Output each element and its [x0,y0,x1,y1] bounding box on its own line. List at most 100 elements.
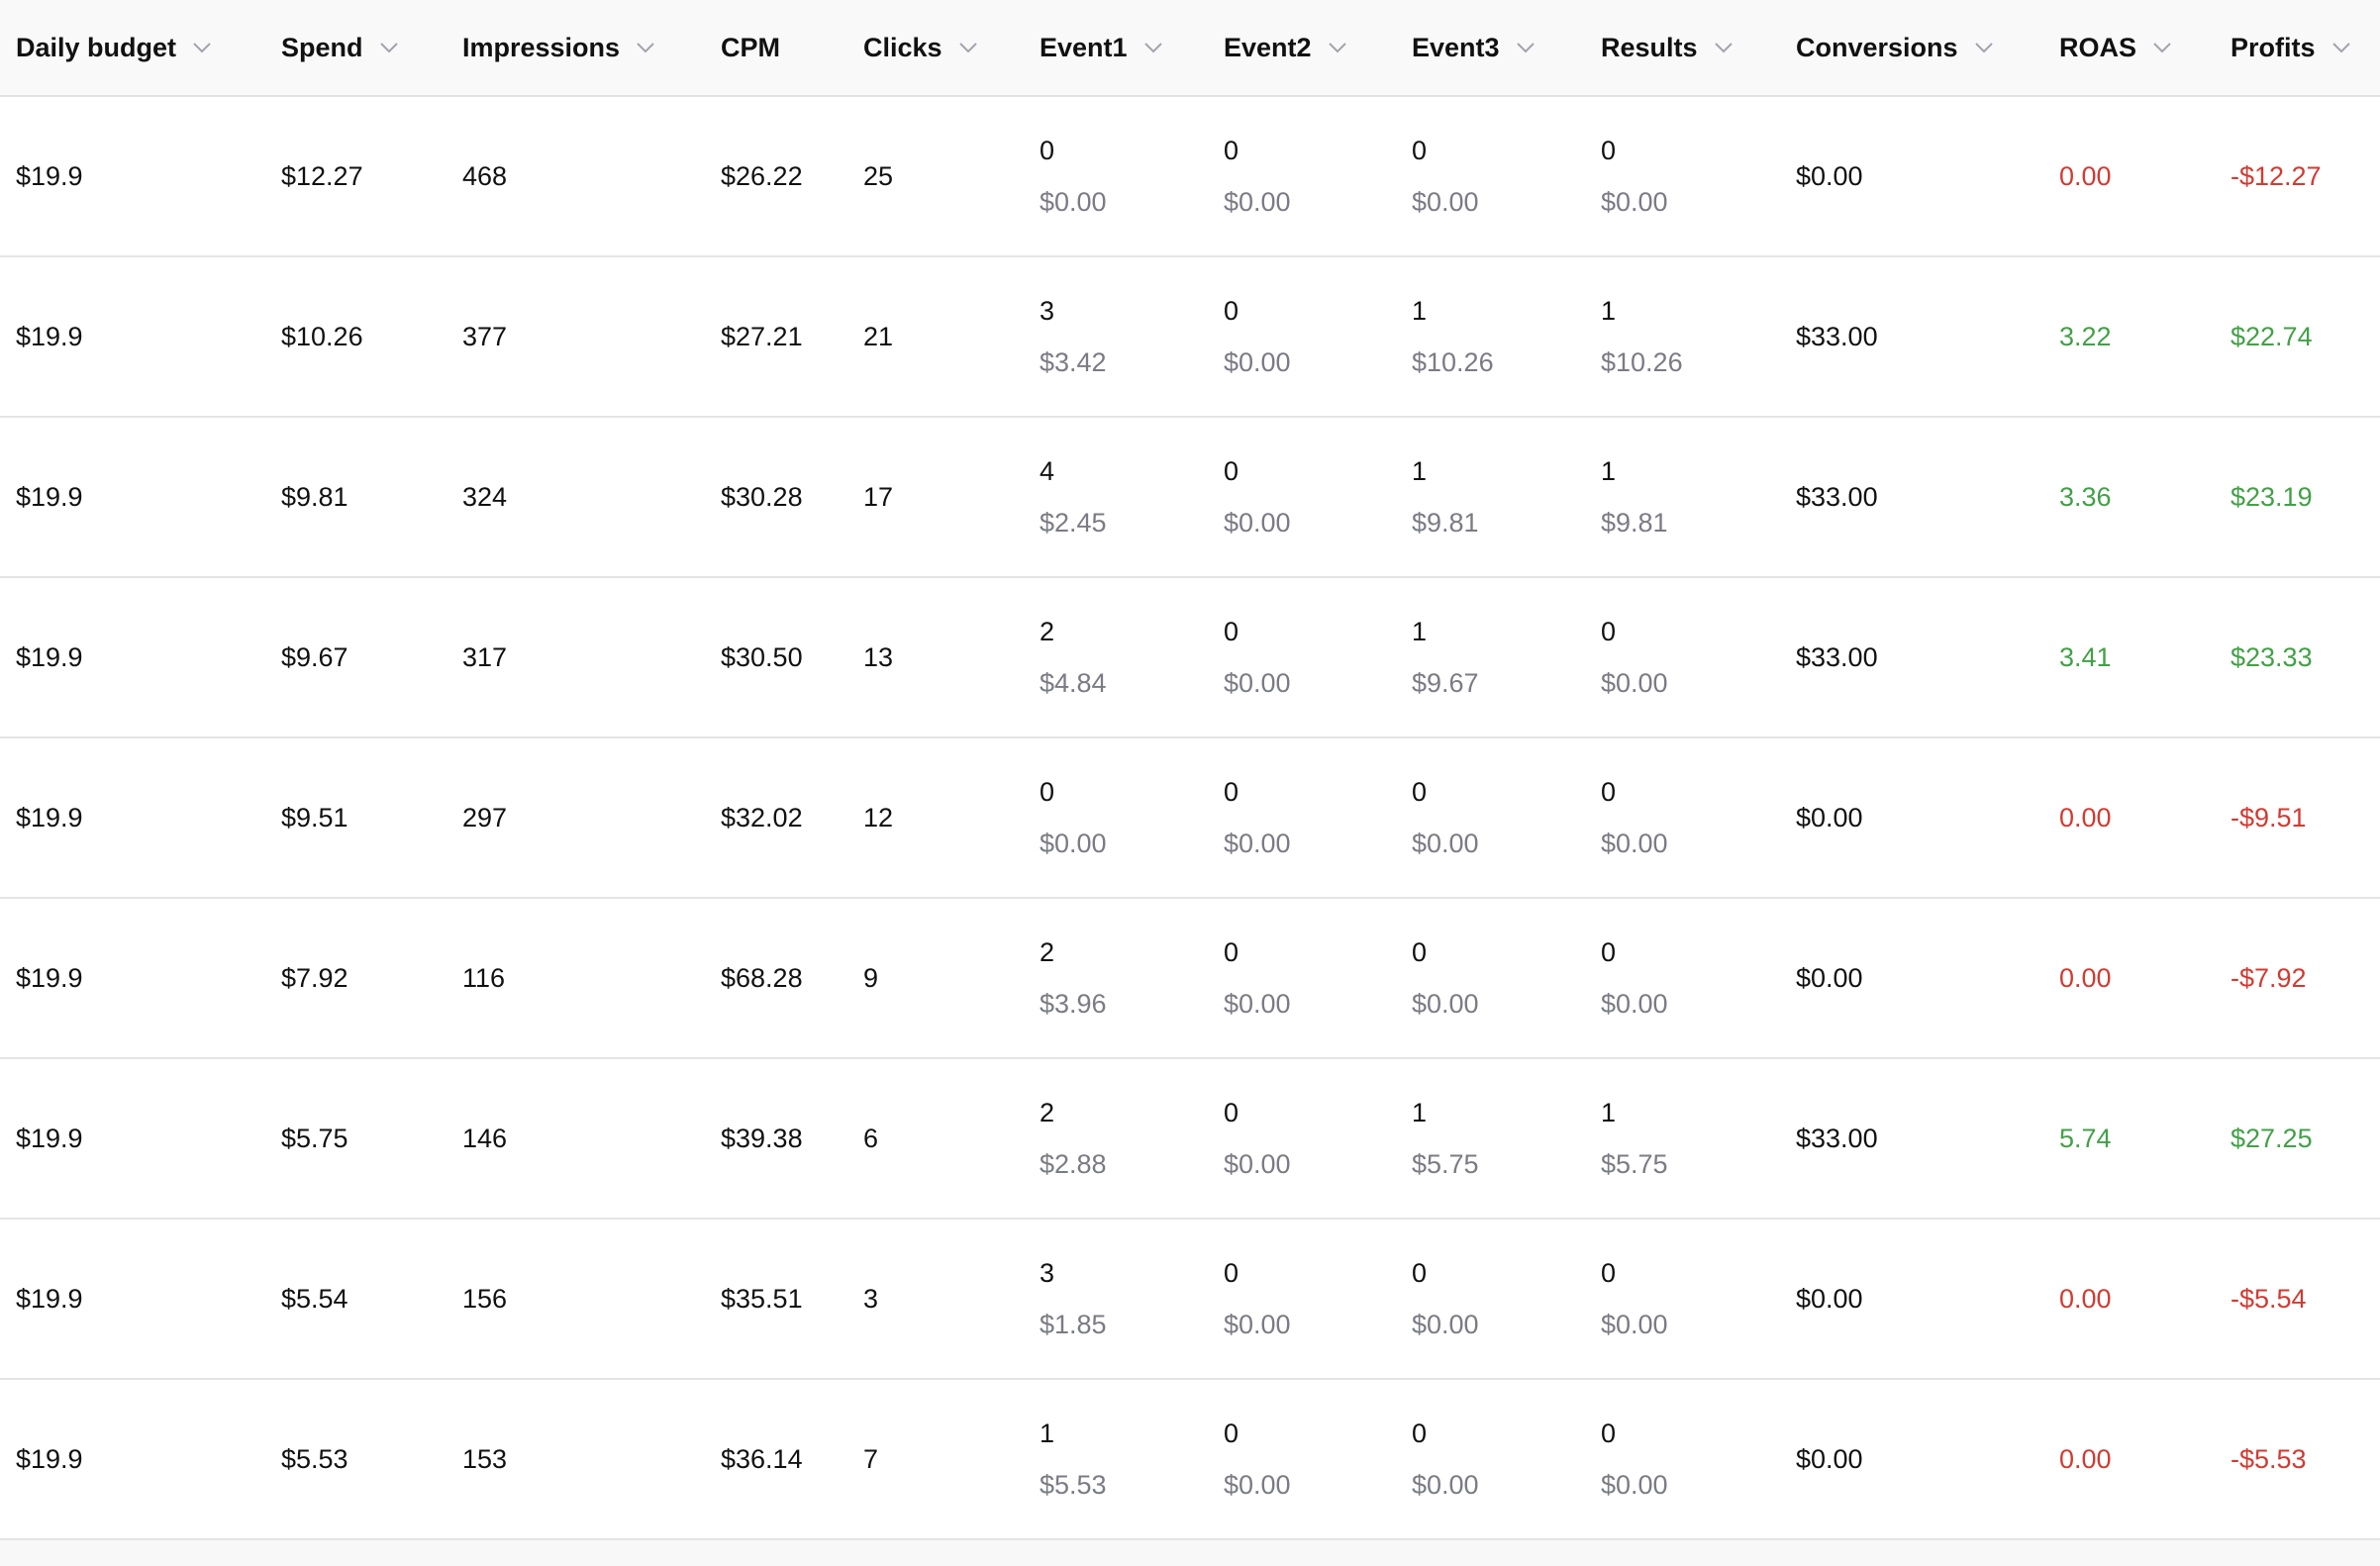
clicks-value: 9 [863,962,879,993]
event3-cost: $0.00 [1412,187,1479,217]
cell-event3: 1 $5.75 [1412,1059,1479,1218]
profits-value: $27.25 [2231,1123,2313,1153]
column-header-label: Daily budget [16,32,177,62]
column-header-label: Impressions [462,32,621,62]
event1-count: 2 [1040,617,1055,646]
event1-cost: $5.53 [1040,1470,1107,1500]
cell-spend: $7.92 [281,899,348,1057]
results-cost: $0.00 [1601,187,1668,217]
table-row[interactable]: $19.9 $5.53 153 $36.14 7 1 $5.53 0 $0.00 0 $0.00 0 $… [0,1380,2380,1540]
event1-count: 2 [1040,937,1055,967]
chevron-down-icon[interactable] [379,41,399,54]
cell-impressions: 377 [462,257,507,416]
event1-count: 3 [1040,296,1055,326]
cell-roas: 0.00 [2059,97,2112,255]
profits-value: $22.74 [2231,321,2313,351]
column-header-clicks[interactable]: Clicks [863,0,978,95]
impressions-value: 153 [462,1443,508,1474]
table-row[interactable]: $19.9 $9.67 317 $30.50 13 2 $4.84 0 $0.00 1 $9.67 0… [0,578,2380,738]
conversions-value: $0.00 [1796,802,1863,832]
table-row[interactable]: $19.9 $9.51 297 $32.02 12 0 $0.00 0 $0.00 0 $0.00 0… [0,738,2380,899]
cell-roas: 3.22 [2059,257,2112,416]
cell-roas: 5.74 [2059,1059,2112,1218]
chevron-down-icon[interactable] [1974,41,1994,54]
column-header-event3[interactable]: Event3 [1412,0,1536,95]
roas-value: 0.00 [2059,1283,2112,1314]
spend-value: $9.81 [281,481,348,512]
column-header-conversions[interactable]: Conversions [1796,0,1994,95]
cell-cpm: $32.02 [721,738,803,897]
chevron-down-icon[interactable] [958,41,978,54]
chevron-down-icon[interactable] [1143,41,1163,54]
chevron-down-icon[interactable] [1328,41,1347,54]
cpm-value: $26.22 [721,160,803,191]
roas-value: 0.00 [2059,962,2112,993]
column-header-daily-budget[interactable]: Daily budget [16,0,212,95]
cell-results: 0 $0.00 [1601,97,1668,255]
clicks-value: 25 [863,160,894,191]
results-count: 0 [1601,1419,1617,1448]
cell-event2: 0 $0.00 [1224,1059,1291,1218]
spend-value: $9.67 [281,641,348,672]
event2-count: 0 [1224,1258,1240,1288]
column-header-roas[interactable]: ROAS [2059,0,2172,95]
event3-count: 0 [1412,937,1428,967]
table-header: Daily budget Spend Impressions CPM Clicks Eve… [0,0,2380,97]
column-header-profits[interactable]: Profits [2231,0,2351,95]
cell-profits: -$5.54 [2231,1220,2307,1378]
cell-event1: 2 $2.88 [1040,1059,1107,1218]
table-row[interactable]: $19.9 $9.81 324 $30.28 17 4 $2.45 0 $0.00 1 $9.81 1… [0,418,2380,578]
results-cost: $10.26 [1601,347,1683,377]
cell-event3: 0 $0.00 [1412,899,1479,1057]
profits-value: -$12.27 [2231,160,2322,191]
column-header-spend[interactable]: Spend [281,0,399,95]
cell-results: 0 $0.00 [1601,1220,1668,1378]
event2-cost: $0.00 [1224,508,1291,538]
spend-value: $5.54 [281,1283,348,1314]
profits-value: -$7.92 [2231,962,2307,993]
chevron-down-icon[interactable] [192,41,212,54]
impressions-value: 324 [462,481,508,512]
chevron-down-icon[interactable] [1516,41,1536,54]
event1-cost: $2.45 [1040,508,1107,538]
column-header-label: Clicks [863,32,942,62]
table-row[interactable]: $19.9 $12.27 468 $26.22 25 0 $0.00 0 $0.00 0 $0.00… [0,97,2380,257]
cell-event2: 0 $0.00 [1224,578,1291,736]
event1-count: 3 [1040,1258,1055,1288]
results-cost: $5.75 [1601,1149,1668,1179]
chevron-down-icon[interactable] [2152,41,2172,54]
event2-cost: $0.00 [1224,668,1291,698]
column-header-results[interactable]: Results [1601,0,1734,95]
table-row[interactable]: $19.9 $7.92 116 $68.28 9 2 $3.96 0 $0.00 0 $0.00 0 $… [0,899,2380,1059]
cell-clicks: 21 [863,257,893,416]
conversions-value: $0.00 [1796,1283,1863,1314]
table-row[interactable]: $19.9 $10.26 377 $27.21 21 3 $3.42 0 $0.00 1 $10.2… [0,257,2380,418]
impressions-value: 146 [462,1123,508,1153]
daily-budget-value: $19.9 [16,802,83,832]
cell-spend: $9.51 [281,738,348,897]
cell-daily-budget: $19.9 [16,899,83,1057]
chevron-down-icon[interactable] [636,41,655,54]
event1-cost: $0.00 [1040,187,1107,217]
column-header-cpm[interactable]: CPM [721,0,780,95]
event2-count: 0 [1224,456,1240,486]
cpm-value: $68.28 [721,962,803,993]
column-header-impressions[interactable]: Impressions [462,0,655,95]
clicks-value: 3 [863,1283,879,1314]
chevron-down-icon[interactable] [1714,41,1734,54]
event2-count: 0 [1224,1098,1240,1127]
column-header-event2[interactable]: Event2 [1224,0,1347,95]
cell-conversions: $33.00 [1796,1059,1878,1218]
cell-event3: 0 $0.00 [1412,1380,1479,1538]
column-header-event1[interactable]: Event1 [1040,0,1163,95]
table-row[interactable]: $19.9 $5.75 146 $39.38 6 2 $2.88 0 $0.00 1 $5.75 1 $… [0,1059,2380,1220]
impressions-value: 377 [462,321,508,351]
table-row[interactable]: $19.9 $5.54 156 $35.51 3 3 $1.85 0 $0.00 0 $0.00 0 $… [0,1220,2380,1380]
results-count: 0 [1601,937,1617,967]
event1-cost: $0.00 [1040,829,1107,858]
results-count: 0 [1601,136,1617,165]
spend-value: $7.92 [281,962,348,993]
chevron-down-icon[interactable] [2331,41,2351,54]
cell-clicks: 9 [863,899,878,1057]
results-cost: $0.00 [1601,1470,1668,1500]
